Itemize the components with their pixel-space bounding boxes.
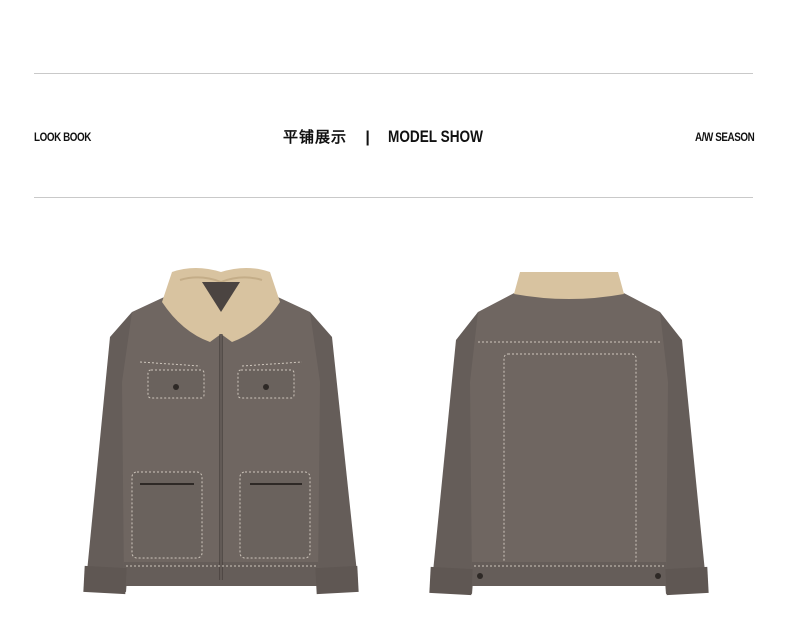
title-separator: | [365,129,370,146]
section-title-en: MODEL SHOW [388,127,484,146]
season-label: A/W SEASON [694,130,755,144]
section-title-cn: 平铺展示 [282,128,347,146]
section-title: 平铺展示 | MODEL SHOW [0,126,790,149]
jacket-front-image [80,262,362,602]
jacket-back-image [428,262,710,602]
bottom-divider [34,197,753,198]
top-divider [34,73,753,74]
